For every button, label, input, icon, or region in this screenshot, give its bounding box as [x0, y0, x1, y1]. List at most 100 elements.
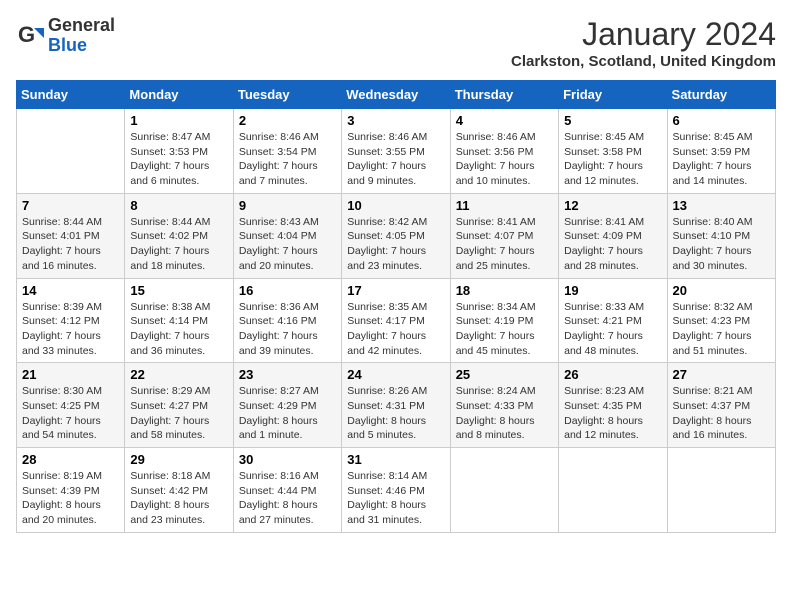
day-info: Sunrise: 8:46 AM Sunset: 3:56 PM Dayligh…: [456, 130, 553, 189]
calendar-cell: 28 Sunrise: 8:19 AM Sunset: 4:39 PM Dayli…: [17, 448, 125, 533]
day-info: Sunrise: 8:34 AM Sunset: 4:19 PM Dayligh…: [456, 300, 553, 359]
calendar-cell: 16 Sunrise: 8:36 AM Sunset: 4:16 PM Dayli…: [233, 278, 341, 363]
day-number: 21: [22, 367, 119, 382]
day-info: Sunrise: 8:35 AM Sunset: 4:17 PM Dayligh…: [347, 300, 444, 359]
day-number: 19: [564, 283, 661, 298]
day-number: 4: [456, 113, 553, 128]
day-info: Sunrise: 8:36 AM Sunset: 4:16 PM Dayligh…: [239, 300, 336, 359]
day-info: Sunrise: 8:16 AM Sunset: 4:44 PM Dayligh…: [239, 469, 336, 528]
day-number: 15: [130, 283, 227, 298]
calendar-cell: 12 Sunrise: 8:41 AM Sunset: 4:09 PM Dayli…: [559, 193, 667, 278]
day-info: Sunrise: 8:29 AM Sunset: 4:27 PM Dayligh…: [130, 384, 227, 443]
day-number: 23: [239, 367, 336, 382]
day-info: Sunrise: 8:30 AM Sunset: 4:25 PM Dayligh…: [22, 384, 119, 443]
calendar-cell: 27 Sunrise: 8:21 AM Sunset: 4:37 PM Dayli…: [667, 363, 775, 448]
calendar-cell: 24 Sunrise: 8:26 AM Sunset: 4:31 PM Dayli…: [342, 363, 450, 448]
day-info: Sunrise: 8:39 AM Sunset: 4:12 PM Dayligh…: [22, 300, 119, 359]
calendar-cell: 2 Sunrise: 8:46 AM Sunset: 3:54 PM Daylig…: [233, 109, 341, 194]
calendar-cell: 1 Sunrise: 8:47 AM Sunset: 3:53 PM Daylig…: [125, 109, 233, 194]
day-number: 22: [130, 367, 227, 382]
day-number: 16: [239, 283, 336, 298]
day-info: Sunrise: 8:38 AM Sunset: 4:14 PM Dayligh…: [130, 300, 227, 359]
day-info: Sunrise: 8:32 AM Sunset: 4:23 PM Dayligh…: [673, 300, 770, 359]
day-number: 9: [239, 198, 336, 213]
calendar-cell: 29Sunrise: 8:18 AM Sunset: 4:42 PM Dayli…: [125, 448, 233, 533]
calendar-week-row: 21 Sunrise: 8:30 AM Sunset: 4:25 PM Dayli…: [17, 363, 776, 448]
calendar-cell: [450, 448, 558, 533]
day-number: 18: [456, 283, 553, 298]
day-info: Sunrise: 8:41 AM Sunset: 4:09 PM Dayligh…: [564, 215, 661, 274]
day-number: 24: [347, 367, 444, 382]
month-title: January 2024: [511, 16, 776, 53]
day-number: 11: [456, 198, 553, 213]
calendar-cell: 14 Sunrise: 8:39 AM Sunset: 4:12 PM Dayli…: [17, 278, 125, 363]
location-text: Clarkston, Scotland, United Kingdom: [511, 53, 776, 70]
calendar-week-row: 28 Sunrise: 8:19 AM Sunset: 4:39 PM Dayli…: [17, 448, 776, 533]
calendar-body: 1 Sunrise: 8:47 AM Sunset: 3:53 PM Daylig…: [17, 109, 776, 533]
day-info: Sunrise: 8:45 AM Sunset: 3:59 PM Dayligh…: [673, 130, 770, 189]
day-number: 20: [673, 283, 770, 298]
day-info: Sunrise: 8:41 AM Sunset: 4:07 PM Dayligh…: [456, 215, 553, 274]
weekday-header-cell: Thursday: [450, 81, 558, 109]
day-info: Sunrise: 8:19 AM Sunset: 4:39 PM Dayligh…: [22, 469, 119, 528]
calendar-cell: 30 Sunrise: 8:16 AM Sunset: 4:44 PM Dayli…: [233, 448, 341, 533]
calendar-cell: 7 Sunrise: 8:44 AM Sunset: 4:01 PM Daylig…: [17, 193, 125, 278]
day-info: Sunrise: 8:42 AM Sunset: 4:05 PM Dayligh…: [347, 215, 444, 274]
calendar-cell: 18 Sunrise: 8:34 AM Sunset: 4:19 PM Dayli…: [450, 278, 558, 363]
day-info: Sunrise: 8:24 AM Sunset: 4:33 PM Dayligh…: [456, 384, 553, 443]
calendar-cell: 13Sunrise: 8:40 AM Sunset: 4:10 PM Dayli…: [667, 193, 775, 278]
day-info: Sunrise: 8:18 AM Sunset: 4:42 PM Dayligh…: [130, 469, 227, 528]
calendar-cell: 3 Sunrise: 8:46 AM Sunset: 3:55 PM Daylig…: [342, 109, 450, 194]
calendar-table: SundayMondayTuesdayWednesdayThursdayFrid…: [16, 80, 776, 533]
calendar-cell: 8Sunrise: 8:44 AM Sunset: 4:02 PM Daylig…: [125, 193, 233, 278]
day-number: 26: [564, 367, 661, 382]
calendar-cell: [667, 448, 775, 533]
calendar-week-row: 7 Sunrise: 8:44 AM Sunset: 4:01 PM Daylig…: [17, 193, 776, 278]
day-number: 12: [564, 198, 661, 213]
logo-icon: G: [16, 22, 44, 50]
day-info: Sunrise: 8:46 AM Sunset: 3:55 PM Dayligh…: [347, 130, 444, 189]
calendar-cell: 19 Sunrise: 8:33 AM Sunset: 4:21 PM Dayli…: [559, 278, 667, 363]
logo: G General Blue: [16, 16, 115, 56]
day-info: Sunrise: 8:46 AM Sunset: 3:54 PM Dayligh…: [239, 130, 336, 189]
day-number: 3: [347, 113, 444, 128]
day-info: Sunrise: 8:23 AM Sunset: 4:35 PM Dayligh…: [564, 384, 661, 443]
day-number: 28: [22, 452, 119, 467]
day-number: 30: [239, 452, 336, 467]
day-number: 25: [456, 367, 553, 382]
weekday-header-cell: Saturday: [667, 81, 775, 109]
weekday-header-cell: Tuesday: [233, 81, 341, 109]
calendar-cell: 11 Sunrise: 8:41 AM Sunset: 4:07 PM Dayli…: [450, 193, 558, 278]
day-number: 14: [22, 283, 119, 298]
weekday-header-cell: Friday: [559, 81, 667, 109]
day-info: Sunrise: 8:44 AM Sunset: 4:02 PM Dayligh…: [130, 215, 227, 274]
calendar-cell: 23Sunrise: 8:27 AM Sunset: 4:29 PM Dayli…: [233, 363, 341, 448]
day-info: Sunrise: 8:33 AM Sunset: 4:21 PM Dayligh…: [564, 300, 661, 359]
calendar-week-row: 1 Sunrise: 8:47 AM Sunset: 3:53 PM Daylig…: [17, 109, 776, 194]
calendar-cell: 5Sunrise: 8:45 AM Sunset: 3:58 PM Daylig…: [559, 109, 667, 194]
day-info: Sunrise: 8:26 AM Sunset: 4:31 PM Dayligh…: [347, 384, 444, 443]
calendar-cell: 22 Sunrise: 8:29 AM Sunset: 4:27 PM Dayli…: [125, 363, 233, 448]
day-info: Sunrise: 8:47 AM Sunset: 3:53 PM Dayligh…: [130, 130, 227, 189]
calendar-cell: 26 Sunrise: 8:23 AM Sunset: 4:35 PM Dayli…: [559, 363, 667, 448]
day-number: 6: [673, 113, 770, 128]
day-number: 7: [22, 198, 119, 213]
calendar-cell: [17, 109, 125, 194]
day-number: 10: [347, 198, 444, 213]
calendar-cell: 25 Sunrise: 8:24 AM Sunset: 4:33 PM Dayli…: [450, 363, 558, 448]
svg-text:G: G: [18, 22, 35, 47]
day-info: Sunrise: 8:44 AM Sunset: 4:01 PM Dayligh…: [22, 215, 119, 274]
calendar-cell: 21 Sunrise: 8:30 AM Sunset: 4:25 PM Dayli…: [17, 363, 125, 448]
weekday-header-row: SundayMondayTuesdayWednesdayThursdayFrid…: [17, 81, 776, 109]
weekday-header-cell: Wednesday: [342, 81, 450, 109]
day-number: 2: [239, 113, 336, 128]
calendar-cell: 20 Sunrise: 8:32 AM Sunset: 4:23 PM Dayli…: [667, 278, 775, 363]
day-number: 1: [130, 113, 227, 128]
day-info: Sunrise: 8:21 AM Sunset: 4:37 PM Dayligh…: [673, 384, 770, 443]
title-block: January 2024 Clarkston, Scotland, United…: [511, 16, 776, 70]
logo-general-text: General: [48, 15, 115, 35]
day-info: Sunrise: 8:14 AM Sunset: 4:46 PM Dayligh…: [347, 469, 444, 528]
day-number: 27: [673, 367, 770, 382]
calendar-cell: 31Sunrise: 8:14 AM Sunset: 4:46 PM Dayli…: [342, 448, 450, 533]
day-number: 13: [673, 198, 770, 213]
